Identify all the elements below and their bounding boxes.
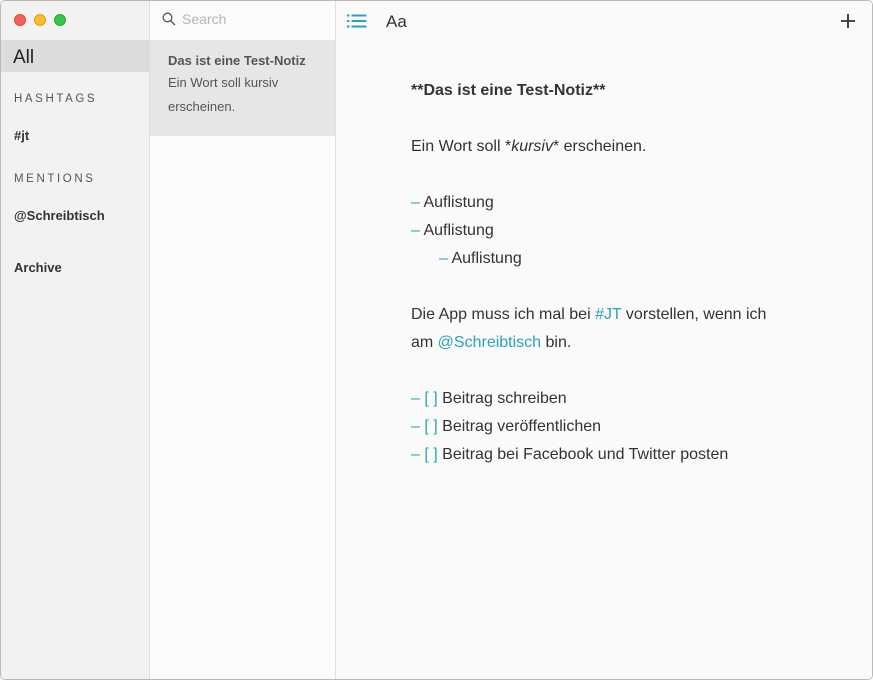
note-list: Das ist eine Test-Notiz Ein Wort soll ku… [150,1,336,679]
paragraph-line: Die App muss ich mal bei #JT vorstellen,… [411,301,811,329]
todo-text: Beitrag schreiben [442,390,567,407]
italic-word: kursiv [511,138,553,155]
bullet-text: Auflistung [451,250,522,267]
todo-item: – [ ] Beitrag schreiben [411,385,811,413]
list-icon [347,14,367,28]
plus-icon [841,14,855,28]
todo-text: Beitrag veröffentlichen [442,418,602,435]
todo-item: – [ ] Beitrag veröffentlichen [411,413,811,441]
note-editor[interactable]: **Das ist eine Test-Notiz** Ein Wort sol… [411,77,811,469]
search-bar [162,11,332,27]
zoom-button[interactable] [54,14,66,26]
text: erscheinen. [559,138,647,155]
bold-marker: ** [411,82,424,99]
bullet-text: Auflistung [423,222,494,239]
sidebar-item-mention-schreibtisch[interactable]: @Schreibtisch [14,208,105,223]
sidebar-item-hashtag-jt[interactable]: #jt [14,128,29,143]
editor-pane: Aa **Das ist eine Test-Notiz** Ein Wort … [336,1,872,679]
bullet-marker: – [411,222,420,239]
sidebar-item-all[interactable]: All [1,40,149,72]
minimize-button[interactable] [34,14,46,26]
hashtags-heading: HASHTAGS [14,93,98,105]
todo-checkbox[interactable]: – [ ] [411,418,438,435]
bullet-marker: – [439,250,448,267]
heading-text: Das ist eine Test-Notiz [423,82,593,99]
text: am [411,334,438,351]
todo-item: – [ ] Beitrag bei Facebook und Twitter p… [411,441,811,469]
bullet-item: – Auflistung [411,217,811,245]
paragraph-italic: Ein Wort soll *kursiv* erscheinen. [411,133,811,161]
bullet-item-nested: – Auflistung [411,245,811,273]
search-icon [162,12,176,26]
window-controls [14,14,66,26]
paragraph-line: am @Schreibtisch bin. [411,329,811,357]
mention-link[interactable]: @Schreibtisch [438,334,541,351]
search-input[interactable] [182,11,332,27]
close-button[interactable] [14,14,26,26]
bold-marker: ** [592,82,606,99]
note-title: Das ist eine Test-Notiz [168,53,306,68]
note-list-item[interactable]: Das ist eine Test-Notiz Ein Wort soll ku… [150,40,335,136]
todo-checkbox[interactable]: – [ ] [411,446,438,463]
font-settings-button[interactable]: Aa [386,12,407,32]
app-window: All HASHTAGS #jt MENTIONS @Schreibtisch … [0,0,873,680]
bullet-text: Auflistung [423,194,494,211]
note-snippet: Ein Wort soll kursiv erscheinen. [168,75,279,114]
sidebar: All HASHTAGS #jt MENTIONS @Schreibtisch … [1,1,150,679]
new-note-button[interactable] [840,13,856,34]
toggle-list-button[interactable] [347,14,367,33]
sidebar-item-archive[interactable]: Archive [14,260,62,275]
bullet-marker: – [411,194,420,211]
text: Ein Wort soll [411,138,505,155]
bullet-item: – Auflistung [411,189,811,217]
hashtag-link[interactable]: #JT [595,306,621,323]
todo-text: Beitrag bei Facebook und Twitter posten [442,446,729,463]
note-heading: **Das ist eine Test-Notiz** [411,77,811,105]
mentions-heading: MENTIONS [14,173,96,185]
text: vorstellen, wenn ich [621,306,767,323]
text: bin. [541,334,572,351]
todo-checkbox[interactable]: – [ ] [411,390,438,407]
text: Die App muss ich mal bei [411,306,596,323]
